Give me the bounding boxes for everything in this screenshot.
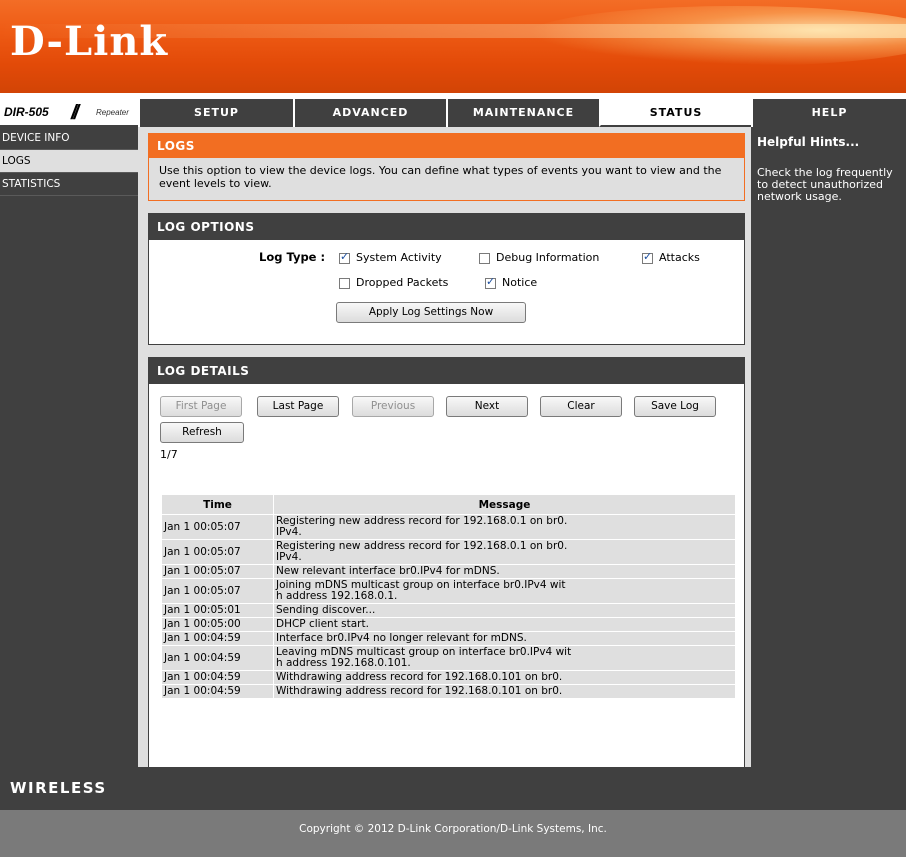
top-nav: DIR-505 // Repeater SETUP ADVANCED MAINT… — [0, 99, 906, 127]
last-page-button[interactable]: Last Page — [257, 396, 339, 417]
tab-setup[interactable]: SETUP — [138, 99, 293, 127]
header-banner: D-Link — [0, 0, 906, 93]
log-table: Time Message Jan 1 00:05:07 Registering n… — [161, 494, 736, 699]
table-row: Jan 1 00:05:07 New relevant interface br0… — [161, 564, 736, 579]
column-message: Message — [273, 494, 736, 515]
option-label: Notice — [502, 276, 538, 289]
option-label: Dropped Packets — [356, 276, 449, 289]
log-message: Registering new address record for 192.1… — [273, 539, 736, 565]
table-row: Jan 1 00:05:07 Joining mDNS multicast gro… — [161, 578, 736, 604]
log-options-section: LOG OPTIONS Log Type : System Activity D… — [148, 213, 745, 345]
sidebar: DEVICE INFO LOGS STATISTICS — [0, 127, 138, 767]
slash-icon: // — [71, 102, 79, 124]
tab-help[interactable]: HELP — [751, 99, 906, 127]
log-message: Sending discover... — [273, 603, 736, 618]
sidebar-item-logs[interactable]: LOGS — [0, 150, 138, 173]
helpful-hints-panel: Helpful Hints... Check the log frequentl… — [751, 127, 906, 767]
model-badge: DIR-505 // Repeater — [0, 99, 138, 127]
log-time: Jan 1 00:05:07 — [161, 514, 274, 540]
table-row: Jan 1 00:05:00 DHCP client start. — [161, 617, 736, 632]
log-message: Registering new address record for 192.1… — [273, 514, 736, 540]
save-log-button[interactable]: Save Log — [634, 396, 716, 417]
table-row: Jan 1 00:05:07 Registering new address re… — [161, 539, 736, 565]
page-indicator: 1/7 — [160, 448, 178, 461]
log-options-title: LOG OPTIONS — [149, 214, 744, 240]
wireless-footer: WIRELESS — [0, 767, 906, 810]
option-notice[interactable]: Notice — [485, 275, 538, 290]
log-message: Withdrawing address record for 192.168.0… — [273, 684, 736, 699]
copyright: Copyright © 2012 D-Link Corporation/D-Li… — [0, 810, 906, 857]
log-time: Jan 1 00:05:07 — [161, 539, 274, 565]
option-system-activity[interactable]: System Activity — [339, 250, 442, 265]
log-message: Interface br0.IPv4 no longer relevant fo… — [273, 631, 736, 646]
option-debug-information[interactable]: Debug Information — [479, 251, 599, 265]
first-page-button[interactable]: First Page — [160, 396, 242, 417]
log-time: Jan 1 00:05:00 — [161, 617, 274, 632]
wireless-label: WIRELESS — [10, 779, 107, 797]
log-message: New relevant interface br0.IPv4 for mDNS… — [273, 564, 736, 579]
log-time: Jan 1 00:05:01 — [161, 603, 274, 618]
option-label: Attacks — [659, 251, 700, 264]
next-button[interactable]: Next — [446, 396, 528, 417]
checkbox-notice[interactable] — [485, 275, 496, 289]
checkbox-system-activity[interactable] — [339, 250, 350, 264]
logs-title: LOGS — [149, 134, 744, 158]
log-details-body: First Page Last Page Previous Next Clear… — [149, 384, 744, 770]
option-dropped-packets[interactable]: Dropped Packets — [339, 276, 448, 290]
logs-section: LOGS Use this option to view the device … — [148, 133, 745, 201]
dlink-logo: D-Link — [10, 18, 169, 65]
tab-advanced[interactable]: ADVANCED — [293, 99, 446, 127]
checkbox-dropped-packets[interactable] — [339, 277, 350, 289]
table-row: Jan 1 00:04:59 Withdrawing address record… — [161, 670, 736, 685]
main-content: LOGS Use this option to view the device … — [138, 127, 751, 771]
tab-status[interactable]: STATUS — [599, 99, 751, 127]
log-details-section: LOG DETAILS First Page Last Page Previou… — [148, 357, 745, 771]
log-options-body: Log Type : System Activity Debug Informa… — [149, 240, 744, 344]
hints-title: Helpful Hints... — [757, 135, 860, 149]
table-row: Jan 1 00:04:59 Withdrawing address record… — [161, 684, 736, 699]
log-details-title: LOG DETAILS — [149, 358, 744, 384]
banner-swoosh — [526, 6, 906, 66]
logs-description: Use this option to view the device logs.… — [159, 164, 722, 190]
mode-label: Repeater — [96, 108, 129, 117]
main-inner: LOGS Use this option to view the device … — [148, 133, 745, 783]
option-label: System Activity — [356, 251, 442, 264]
log-message: DHCP client start. — [273, 617, 736, 632]
column-time: Time — [161, 494, 274, 515]
previous-button[interactable]: Previous — [352, 396, 434, 417]
log-time: Jan 1 00:05:07 — [161, 578, 274, 604]
sidebar-item-statistics[interactable]: STATISTICS — [0, 173, 138, 196]
tab-maintenance[interactable]: MAINTENANCE — [446, 99, 599, 127]
hints-text: Check the log frequently to detect unaut… — [757, 166, 893, 203]
clear-button[interactable]: Clear — [540, 396, 622, 417]
log-message: Leaving mDNS multicast group on interfac… — [273, 645, 736, 671]
table-row: Jan 1 00:05:01 Sending discover... — [161, 603, 736, 618]
sidebar-item-device-info[interactable]: DEVICE INFO — [0, 127, 138, 150]
table-row: Jan 1 00:05:07 Registering new address re… — [161, 514, 736, 540]
log-message: Withdrawing address record for 192.168.0… — [273, 670, 736, 685]
table-row: Jan 1 00:04:59 Leaving mDNS multicast gro… — [161, 645, 736, 671]
table-row: Jan 1 00:04:59 Interface br0.IPv4 no long… — [161, 631, 736, 646]
checkbox-attacks[interactable] — [642, 250, 653, 264]
option-label: Debug Information — [496, 251, 600, 264]
log-message: Joining mDNS multicast group on interfac… — [273, 578, 736, 604]
log-type-label: Log Type : — [259, 250, 326, 264]
log-rows: Jan 1 00:05:07 Registering new address re… — [161, 514, 736, 699]
model-name: DIR-505 — [4, 105, 49, 119]
table-header-row: Time Message — [161, 494, 736, 515]
checkbox-debug-information[interactable] — [479, 252, 490, 264]
log-time: Jan 1 00:04:59 — [161, 670, 274, 685]
log-time: Jan 1 00:05:07 — [161, 564, 274, 579]
apply-log-settings-button[interactable]: Apply Log Settings Now — [336, 302, 526, 323]
log-time: Jan 1 00:04:59 — [161, 684, 274, 699]
refresh-button[interactable]: Refresh — [160, 422, 244, 443]
log-time: Jan 1 00:04:59 — [161, 631, 274, 646]
option-attacks[interactable]: Attacks — [642, 250, 700, 265]
log-time: Jan 1 00:04:59 — [161, 645, 274, 671]
